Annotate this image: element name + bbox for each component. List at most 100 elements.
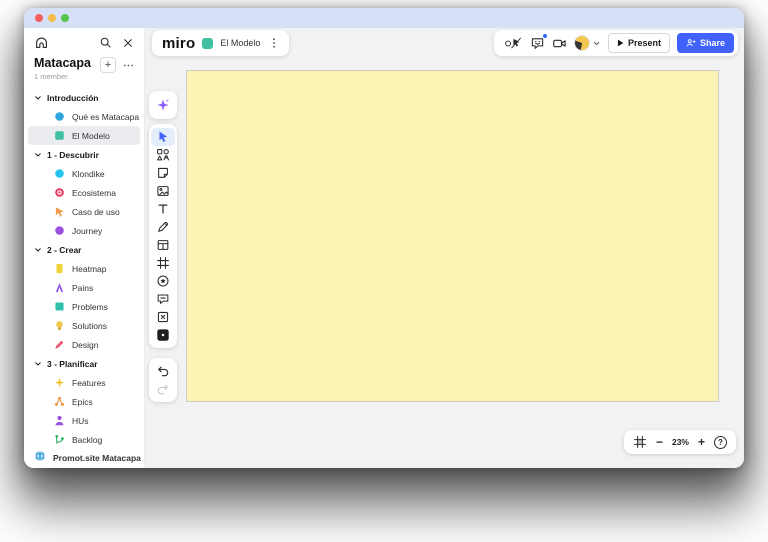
board-name[interactable]: El Modelo (220, 38, 260, 48)
bulb-icon (54, 320, 65, 331)
hierarchy-icon (54, 396, 65, 407)
add-person-icon (686, 39, 696, 47)
help-icon[interactable]: ? (714, 435, 727, 449)
close-icon[interactable] (122, 37, 134, 49)
sidebar-item-el-modelo[interactable]: El Modelo (28, 126, 140, 145)
text-tool[interactable] (151, 200, 175, 218)
home-icon[interactable] (34, 35, 49, 50)
workspace-subtitle: 1 member (34, 72, 68, 81)
undo-icon[interactable] (151, 362, 175, 380)
sidebar-item-heatmap[interactable]: Heatmap (28, 259, 140, 278)
sidebar-item-solutions[interactable]: Solutions (28, 316, 140, 335)
sidebar-item-problems[interactable]: Problems (28, 297, 140, 316)
app-window: Matacapa 1 member + Introducción Qué es M… (24, 8, 744, 468)
footer-item-label: Promot.site Matacapa (53, 453, 141, 463)
item-label: Caso de uso (72, 206, 120, 217)
collaboration-toolbar: Present Share (493, 30, 738, 56)
board-frame[interactable] (186, 70, 719, 402)
sticky-v-icon (54, 263, 65, 274)
miro-logo: miro (162, 34, 196, 52)
ai-assist-tool[interactable] (151, 96, 175, 114)
sticker-tool[interactable] (151, 272, 175, 290)
ai-assist-card (149, 91, 177, 119)
close-window-button[interactable] (35, 14, 43, 22)
comment-tool[interactable] (151, 290, 175, 308)
chevron-down-icon (34, 360, 42, 368)
more-tools-tool[interactable] (151, 326, 175, 344)
section-header-1-descubrir[interactable]: 1 - Descubrir (24, 145, 144, 164)
globe-icon (34, 449, 46, 467)
item-label: Problems (72, 301, 108, 312)
hidden-cursors-icon[interactable] (503, 36, 523, 50)
item-label: Epics (72, 396, 93, 407)
history-toolbar (149, 358, 177, 402)
zoom-level[interactable]: 23% (672, 437, 689, 447)
zoom-window-button[interactable] (61, 14, 69, 22)
redo-icon[interactable] (151, 380, 175, 398)
item-label: Design (72, 339, 99, 350)
circle-icon (54, 111, 65, 122)
table-tool[interactable] (151, 236, 175, 254)
sidebar-item-journey[interactable]: Journey (28, 221, 140, 240)
pen-icon (54, 339, 65, 350)
present-button[interactable]: Present (607, 33, 670, 53)
sidebar-sections: Introducción Qué es Matacapa El Modelo 1 - … (24, 88, 144, 449)
pen-tool[interactable] (151, 218, 175, 236)
sidebar-item-hus[interactable]: HUs (28, 411, 140, 430)
sidebar-item-features[interactable]: Features (28, 373, 140, 392)
play-icon (617, 39, 624, 47)
zigzag-icon (54, 282, 65, 293)
more-options-icon[interactable] (123, 60, 134, 71)
sidebar-item-design[interactable]: Design (28, 335, 140, 354)
image-tool[interactable] (151, 182, 175, 200)
chevron-down-icon (593, 41, 600, 45)
section-header-2-crear[interactable]: 2 - Crear (24, 240, 144, 259)
item-label: Ecosistema (72, 187, 116, 198)
cursor-flag-icon (54, 206, 65, 217)
board-menu-icon[interactable] (267, 37, 281, 49)
select-tool[interactable] (151, 128, 175, 146)
board-chip-icon (202, 37, 214, 49)
section-label: 1 - Descubrir (47, 149, 99, 160)
app-body: Matacapa 1 member + Introducción Qué es M… (24, 28, 744, 468)
item-label: Klondike (72, 168, 105, 179)
section-header-3-planificar[interactable]: 3 - Planificar (24, 354, 144, 373)
sidebar-footer-item[interactable]: Promot.site Matacapa (24, 449, 144, 468)
minimize-window-button[interactable] (48, 14, 56, 22)
sidebar-item-epics[interactable]: Epics (28, 392, 140, 411)
board-canvas[interactable]: miro El Modelo Present Share − 23% + ? (145, 28, 744, 468)
zoom-out-button[interactable]: − (656, 436, 663, 448)
item-label: Backlog (72, 434, 103, 445)
fit-to-screen-icon[interactable] (633, 435, 647, 449)
sidebar-item-backlog[interactable]: Backlog (28, 430, 140, 449)
screenshot-stage: Matacapa 1 member + Introducción Qué es M… (0, 0, 768, 542)
reactions-icon[interactable] (530, 33, 547, 51)
sidebar-item-pains[interactable]: Pains (28, 278, 140, 297)
item-label: Journey (72, 225, 103, 236)
item-label: Features (72, 377, 106, 388)
avatar (573, 35, 590, 51)
sidebar-item-caso-de-uso[interactable]: Caso de uso (28, 202, 140, 221)
board-header-card: miro El Modelo (152, 30, 290, 56)
zoom-in-button[interactable]: + (698, 436, 705, 448)
templates-tool[interactable] (151, 146, 175, 164)
sidebar-item-ecosistema[interactable]: Ecosistema (28, 183, 140, 202)
video-camera-icon[interactable] (552, 36, 567, 51)
zoom-controls: − 23% + ? (623, 430, 736, 454)
sidebar-item-klondike[interactable]: Klondike (28, 164, 140, 183)
embed-tool[interactable] (151, 308, 175, 326)
item-label: El Modelo (72, 130, 110, 141)
user-avatar[interactable] (573, 35, 601, 51)
sidebar-item-qué-es-matacapa[interactable]: Qué es Matacapa (28, 107, 140, 126)
sticky-note-tool[interactable] (151, 164, 175, 182)
item-label: HUs (72, 415, 89, 426)
workspace-title: Matacapa (34, 56, 91, 70)
search-icon[interactable] (99, 36, 112, 49)
section-header-introducción[interactable]: Introducción (24, 88, 144, 107)
share-button[interactable]: Share (676, 33, 734, 53)
chevron-down-icon (34, 246, 42, 254)
frame-tool[interactable] (151, 254, 175, 272)
add-board-button[interactable]: + (100, 57, 116, 73)
item-label: Solutions (72, 320, 107, 331)
section-label: 3 - Planificar (47, 358, 98, 369)
